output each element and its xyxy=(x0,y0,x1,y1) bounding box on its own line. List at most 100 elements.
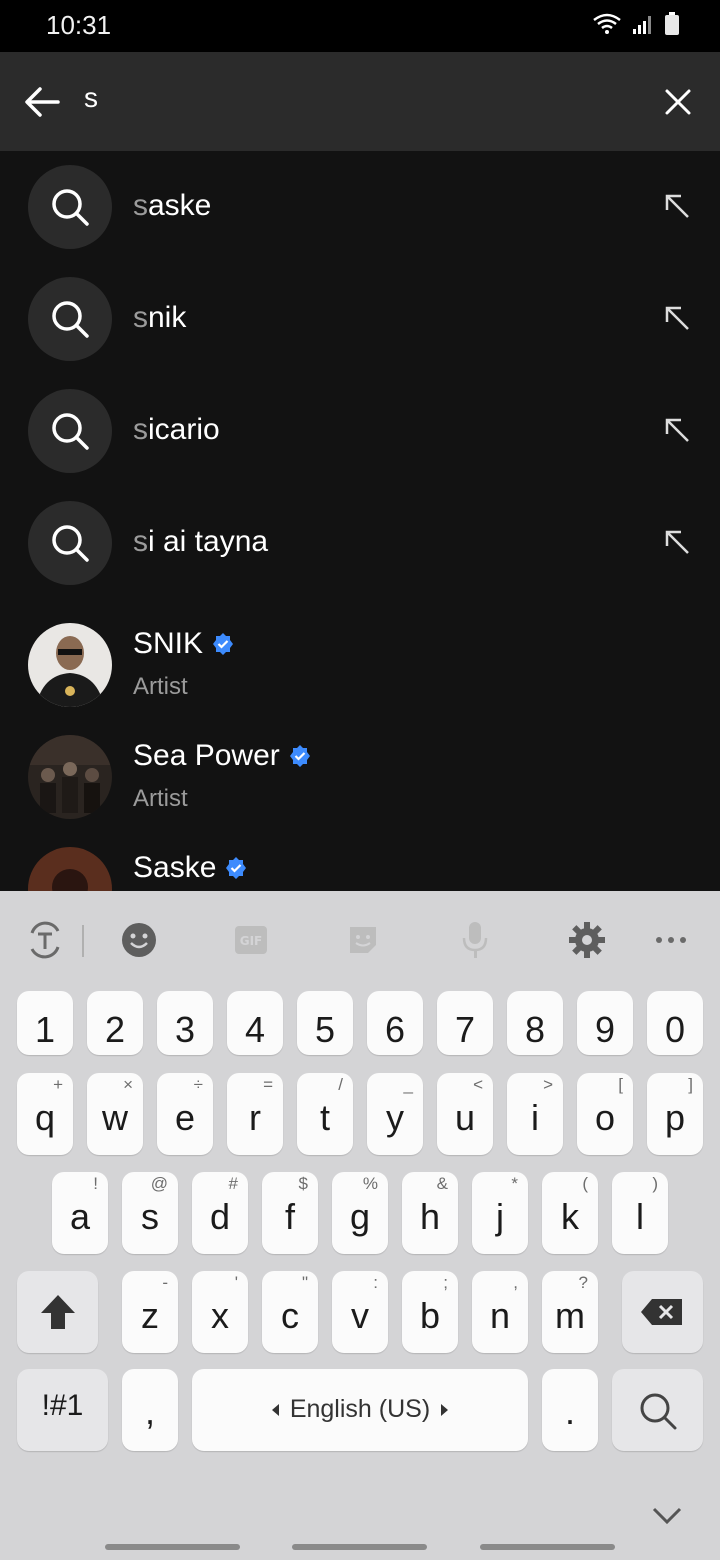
key-z[interactable]: z- xyxy=(122,1271,178,1353)
emoji-icon[interactable] xyxy=(116,917,162,963)
key-7[interactable]: 7 xyxy=(437,991,493,1055)
key-b[interactable]: b; xyxy=(402,1271,458,1353)
key-i[interactable]: i > xyxy=(507,1073,563,1155)
key-label: 4 xyxy=(244,1009,266,1050)
translate-icon[interactable] xyxy=(22,917,68,963)
key-v[interactable]: v: xyxy=(332,1271,388,1353)
key-secondary-label: * xyxy=(511,1174,518,1193)
key-label: m xyxy=(555,1295,585,1336)
back-arrow-icon[interactable] xyxy=(22,82,62,122)
key-label: s xyxy=(141,1196,159,1237)
key-n[interactable]: n, xyxy=(472,1271,528,1353)
key-8[interactable]: 8 xyxy=(507,991,563,1055)
key-label: 8 xyxy=(524,1009,546,1050)
key-6[interactable]: 6 xyxy=(367,991,423,1055)
key-9[interactable]: 9 xyxy=(577,991,633,1055)
key-label: t xyxy=(319,1097,330,1138)
key-q[interactable]: q + xyxy=(17,1073,73,1155)
key-g[interactable]: g% xyxy=(332,1172,388,1254)
key-2[interactable]: 2 xyxy=(87,991,143,1055)
key-secondary-label: _ xyxy=(403,1075,413,1094)
period-key[interactable]: . xyxy=(542,1369,598,1451)
key-o[interactable]: o[ xyxy=(577,1073,633,1155)
key-secondary-label: , xyxy=(513,1273,518,1292)
key-3[interactable]: 3 xyxy=(157,991,213,1055)
key-label: f xyxy=(284,1196,295,1237)
artist-row[interactable]: Sea Power Artist xyxy=(0,725,720,837)
nav-home[interactable] xyxy=(292,1544,427,1550)
symbols-key[interactable]: !#1 xyxy=(17,1369,108,1451)
fill-query-arrow-icon[interactable] xyxy=(664,305,690,331)
key-0[interactable]: 0 xyxy=(647,991,703,1055)
signal-icon xyxy=(633,16,651,34)
key-f[interactable]: f $ xyxy=(262,1172,318,1254)
space-language-label: English (US) xyxy=(289,1395,431,1423)
microphone-icon[interactable] xyxy=(452,917,498,963)
key-a[interactable]: a! xyxy=(52,1172,108,1254)
suggestion-label: snik xyxy=(133,301,187,334)
suggestion-label: sicario xyxy=(133,413,220,446)
key-y[interactable]: y _ xyxy=(367,1073,423,1155)
gear-icon[interactable] xyxy=(564,917,610,963)
suggestion-row[interactable]: sicario xyxy=(0,375,720,487)
gif-icon[interactable]: GIF xyxy=(228,917,274,963)
artist-name: Sea Power xyxy=(133,739,312,773)
fill-query-arrow-icon[interactable] xyxy=(664,529,690,555)
artist-row[interactable]: SNIK Artist xyxy=(0,613,720,725)
search-icon xyxy=(52,301,89,338)
key-label: 7 xyxy=(454,1009,476,1050)
search-icon xyxy=(52,413,89,450)
key-u[interactable]: u < xyxy=(437,1073,493,1155)
hide-keyboard-chevron-icon[interactable] xyxy=(652,1507,682,1525)
key-4[interactable]: 4 xyxy=(227,991,283,1055)
backspace-key[interactable] xyxy=(622,1271,703,1353)
key-label: k xyxy=(561,1196,579,1237)
key-e[interactable]: e ÷ xyxy=(157,1073,213,1155)
close-icon[interactable] xyxy=(664,88,692,116)
search-key[interactable] xyxy=(612,1369,703,1451)
results-list: saske snik sicario si ai tayna SNIK Arti… xyxy=(0,151,720,891)
suggestion-row[interactable]: snik xyxy=(0,263,720,375)
key-secondary-label: × xyxy=(123,1075,133,1094)
key-d[interactable]: d # xyxy=(192,1172,248,1254)
key-label: y xyxy=(386,1097,404,1138)
key-label: w xyxy=(102,1097,128,1138)
key-5[interactable]: 5 xyxy=(297,991,353,1055)
search-input[interactable]: s xyxy=(84,82,98,114)
artist-name: SNIK xyxy=(133,627,235,661)
toolbar-divider xyxy=(82,925,84,957)
key-h[interactable]: h & xyxy=(402,1172,458,1254)
fill-query-arrow-icon[interactable] xyxy=(664,417,690,443)
key-r[interactable]: r = xyxy=(227,1073,283,1155)
status-icons xyxy=(592,12,680,36)
key-t[interactable]: t / xyxy=(297,1073,353,1155)
key-label: 2 xyxy=(104,1009,126,1050)
sticker-icon[interactable] xyxy=(340,917,386,963)
key-1[interactable]: 1 xyxy=(17,991,73,1055)
key-l[interactable]: l) xyxy=(612,1172,668,1254)
shift-key[interactable] xyxy=(17,1271,98,1353)
artist-row[interactable]: Saske xyxy=(0,837,720,891)
space-key[interactable]: English (US) xyxy=(192,1369,528,1451)
key-p[interactable]: p] xyxy=(647,1073,703,1155)
key-m[interactable]: m? xyxy=(542,1271,598,1353)
suggestion-row[interactable]: si ai tayna xyxy=(0,487,720,599)
comma-key[interactable]: , xyxy=(122,1369,178,1451)
key-secondary-label: ) xyxy=(652,1174,658,1193)
key-secondary-label: > xyxy=(543,1075,553,1094)
key-k[interactable]: k( xyxy=(542,1172,598,1254)
key-x[interactable]: x ' xyxy=(192,1271,248,1353)
key-label: e xyxy=(174,1097,196,1138)
key-w[interactable]: w × xyxy=(87,1073,143,1155)
nav-back[interactable] xyxy=(480,1544,615,1550)
search-icon xyxy=(640,1393,677,1430)
search-bar: s xyxy=(0,52,720,151)
more-icon[interactable] xyxy=(648,917,694,963)
key-secondary-label: # xyxy=(228,1174,238,1193)
suggestion-row[interactable]: saske xyxy=(0,151,720,263)
nav-recents[interactable] xyxy=(105,1544,240,1550)
key-c[interactable]: c " xyxy=(262,1271,318,1353)
key-j[interactable]: j * xyxy=(472,1172,528,1254)
fill-query-arrow-icon[interactable] xyxy=(664,193,690,219)
key-s[interactable]: s @ xyxy=(122,1172,178,1254)
